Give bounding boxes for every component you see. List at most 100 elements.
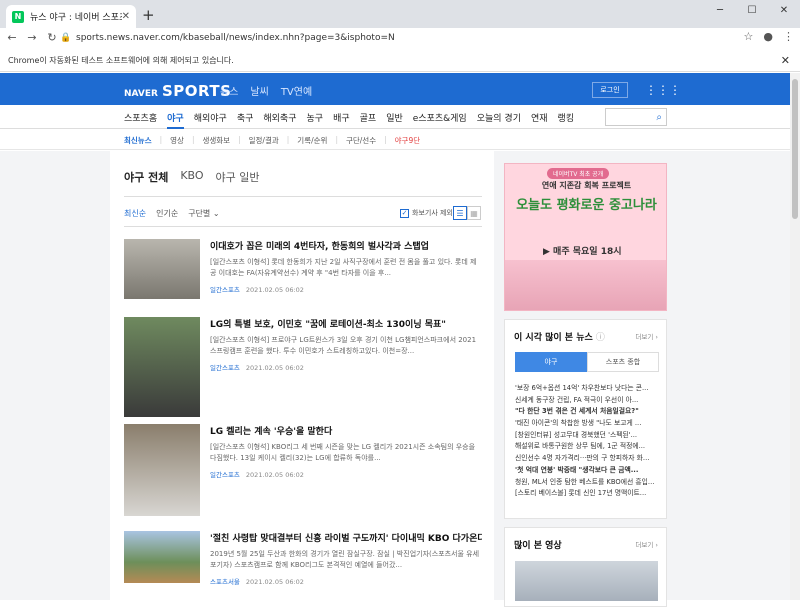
article-thumbnail[interactable] — [124, 424, 200, 516]
list-view-icon[interactable]: ☰ — [453, 206, 467, 220]
menu-item[interactable]: 랭킹 — [558, 111, 575, 129]
menu-item[interactable]: 해외축구 — [263, 111, 296, 129]
submenu-item[interactable]: 영상 — [170, 135, 184, 146]
ad-banner[interactable]: 네이버TV 최초 공개 연애 지존감 회복 프로젝트 오늘도 평화로운 중고나라… — [504, 163, 667, 311]
popular-more-link[interactable]: 더보기 › — [635, 331, 658, 341]
browser-tab[interactable]: N 뉴스 야구 : 네이버 스포츠 ✕ — [6, 5, 136, 28]
menu-item[interactable]: 일반 — [386, 111, 403, 129]
photo-only-label: 화보기사 제외 — [412, 209, 453, 217]
automation-infobar: Chrome이 자동화된 테스트 소프트웨어에 의해 제어되고 있습니다. ✕ — [0, 50, 800, 72]
list-item[interactable]: 해설위로 바통구원한 상무 팀에, 1군 적정에... — [515, 440, 659, 452]
page-scrollbar[interactable] — [790, 73, 800, 600]
video-more-link[interactable]: 더보기 › — [635, 539, 658, 549]
list-item[interactable]: 신세계 동구장 건립, FA 적극이 우선이 아... — [515, 394, 659, 406]
gnb-link-weather[interactable]: 날씨 — [250, 83, 268, 98]
article-title[interactable]: 이대호가 꼽은 미래의 4번타자, 한동희의 벌사각과 스탭업 — [210, 239, 482, 252]
search-icon[interactable]: ⌕ — [656, 112, 662, 123]
tab-sports-all[interactable]: 스포츠 종합 — [587, 352, 659, 372]
popular-video-box: 많이 본 영상 더보기 › — [504, 527, 667, 607]
filter-general[interactable]: 야구 일반 — [216, 169, 260, 185]
list-item[interactable]: '태진 아이콘'의 착찹한 방생 "나도 보고게 ... — [515, 417, 659, 429]
submenu-item[interactable]: 기록/순위 — [297, 135, 327, 146]
browser-titlebar: N 뉴스 야구 : 네이버 스포츠 ✕ + ─ ☐ ✕ — [0, 0, 800, 28]
article-source: 일간스포츠 — [210, 364, 240, 372]
submenu-baseball9[interactable]: 야구9단 — [395, 135, 420, 146]
article-summary: 2019년 5월 25일 두산과 한화의 경기가 열린 잠실구장. 잠실 | 박… — [210, 550, 480, 569]
article-title[interactable]: LG 켈리는 계속 '우승'을 말한다 — [210, 424, 482, 437]
article-thumbnail[interactable] — [124, 531, 200, 583]
menu-kebab-icon[interactable]: ⋮ — [783, 30, 794, 43]
article-title[interactable]: '절친 사령탑 맞대결부터 신흥 라이벌 구도까지' 다이내믹 KBO 다가온다 — [210, 531, 482, 544]
article-item[interactable]: 이대호가 꼽은 미래의 4번타자, 한동희의 벌사각과 스탭업 [일간스포츠 이… — [124, 239, 482, 309]
minimize-icon[interactable]: ─ — [704, 0, 736, 20]
popular-news-title: 이 시각 많이 본 뉴스 ⓘ — [514, 333, 605, 343]
menu-item[interactable]: e스포츠&게임 — [413, 111, 467, 129]
gnb-link-tv[interactable]: TV연예 — [281, 83, 312, 98]
bookmark-star-icon[interactable]: ☆ — [744, 30, 754, 43]
maximize-icon[interactable]: ☐ — [736, 0, 768, 20]
url-text: sports.news.naver.com/kbaseball/news/ind… — [76, 32, 395, 43]
menu-item[interactable]: 연재 — [531, 111, 548, 129]
article-time: 2021.02.05 06:02 — [245, 578, 304, 586]
infobar-close-icon[interactable]: ✕ — [781, 54, 790, 67]
list-item[interactable]: '보장 6억+옵션 14억' 차우찬보다 낫다는 콘... — [515, 382, 659, 394]
search-input[interactable]: ⌕ — [605, 108, 667, 126]
close-window-icon[interactable]: ✕ — [768, 0, 800, 20]
back-icon[interactable]: ← — [4, 31, 20, 44]
menu-item[interactable]: 오늘의 경기 — [477, 111, 521, 129]
filter-kbo[interactable]: KBO — [180, 169, 203, 185]
sort-team[interactable]: 구단별 ⌄ — [188, 208, 219, 219]
app-grid-icon[interactable]: ⋮⋮⋮ — [645, 83, 681, 97]
scrollbar-thumb[interactable] — [792, 79, 798, 219]
menu-item[interactable]: 스포츠홈 — [124, 111, 157, 129]
reload-icon[interactable]: ↻ — [44, 31, 60, 44]
ad-line3: ▶ 매주 목요일 18시 — [543, 247, 622, 257]
article-title[interactable]: LG의 특별 보호, 이민호 "꿈에 로테이션-최소 130이닝 목표" — [210, 317, 482, 330]
menu-item-baseball[interactable]: 야구 — [167, 111, 184, 129]
filter-all[interactable]: 야구 전체 — [124, 169, 168, 185]
list-item[interactable]: [스토리 베이스볼] 롯데 신인 17년 명맥이트... — [515, 487, 659, 499]
login-button[interactable]: 로그인 — [592, 82, 628, 98]
grid-view-icon[interactable]: ▦ — [467, 206, 481, 220]
video-thumbnail[interactable] — [515, 561, 658, 601]
list-item[interactable]: 청원, ML서 인종 탐한 베스트를 KBO에선 흥입... — [515, 476, 659, 488]
menu-item[interactable]: 골프 — [360, 111, 377, 129]
article-thumbnail[interactable] — [124, 317, 200, 417]
close-tab-icon[interactable]: ✕ — [122, 11, 130, 22]
naver-favicon-icon: N — [12, 10, 24, 23]
list-item[interactable]: "다 한단 3번 겪은 건 세계서 처음일걸요?" — [515, 405, 659, 417]
photo-only-checkbox[interactable]: ✓ 화보기사 제외 — [400, 208, 453, 218]
article-item[interactable]: LG 켈리는 계속 '우승'을 말한다 [일간스포츠 이형석] KBO리그 세 … — [124, 424, 482, 516]
gnb-link-news[interactable]: 뉴스 — [220, 83, 238, 98]
article-thumbnail[interactable] — [124, 239, 200, 299]
article-item[interactable]: '절친 사령탑 맞대결부터 신흥 라이벌 구도까지' 다이내믹 KBO 다가온다… — [124, 531, 482, 601]
submenu-latest[interactable]: 최신뉴스 — [124, 135, 152, 146]
new-tab-icon[interactable]: + — [142, 6, 155, 24]
info-icon[interactable]: ⓘ — [596, 333, 605, 343]
menu-item[interactable]: 축구 — [237, 111, 254, 129]
list-item[interactable]: [창원인터뷰] 성고무대 경북했던 '스펙된'... — [515, 429, 659, 441]
sort-popular[interactable]: 인기순 — [156, 208, 178, 219]
naver-sports-logo[interactable]: NAVER SPORTS — [124, 82, 231, 100]
submenu-item[interactable]: 생생화보 — [202, 135, 230, 146]
profile-icon[interactable]: ● — [763, 30, 773, 43]
popular-news-list: '보장 6억+옵션 14억' 차우찬보다 낫다는 콘... 신세계 동구장 건립… — [515, 382, 659, 499]
sort-options: 최신순 인기순 구단별 ⌄ — [124, 208, 220, 219]
menu-item[interactable]: 해외야구 — [194, 111, 227, 129]
address-bar[interactable]: 🔒 sports.news.naver.com/kbaseball/news/i… — [60, 29, 760, 46]
tab-baseball[interactable]: 야구 — [515, 352, 587, 372]
submenu-item[interactable]: 구단/선수 — [346, 135, 376, 146]
article-summary: [일간스포츠 이형석] 프로야구 LG트윈스가 3일 오후 경기 이천 LG챔피… — [210, 336, 477, 355]
chevron-right-icon: › — [655, 541, 658, 549]
list-item[interactable]: '첫 억대 연봉' 박중태 "생각보다 큰 금액... — [515, 464, 659, 476]
menu-item[interactable]: 배구 — [333, 111, 350, 129]
article-summary: [일간스포츠 이형석] 롯데 한동희가 지난 2일 사직구장에서 훈련 전 몸을… — [210, 258, 477, 277]
list-item[interactable]: 신인선수 4명 자가격리···판의 구 항피하자 화... — [515, 452, 659, 464]
article-item[interactable]: LG의 특별 보호, 이민호 "꿈에 로테이션-최소 130이닝 목표" [일간… — [124, 317, 482, 417]
submenu-item[interactable]: 일정/결과 — [249, 135, 279, 146]
sort-latest[interactable]: 최신순 — [124, 208, 146, 219]
forward-icon[interactable]: → — [24, 31, 40, 44]
menu-item[interactable]: 농구 — [307, 111, 324, 129]
article-time: 2021.02.05 06:02 — [245, 471, 304, 479]
window-controls: ─ ☐ ✕ — [704, 0, 800, 20]
